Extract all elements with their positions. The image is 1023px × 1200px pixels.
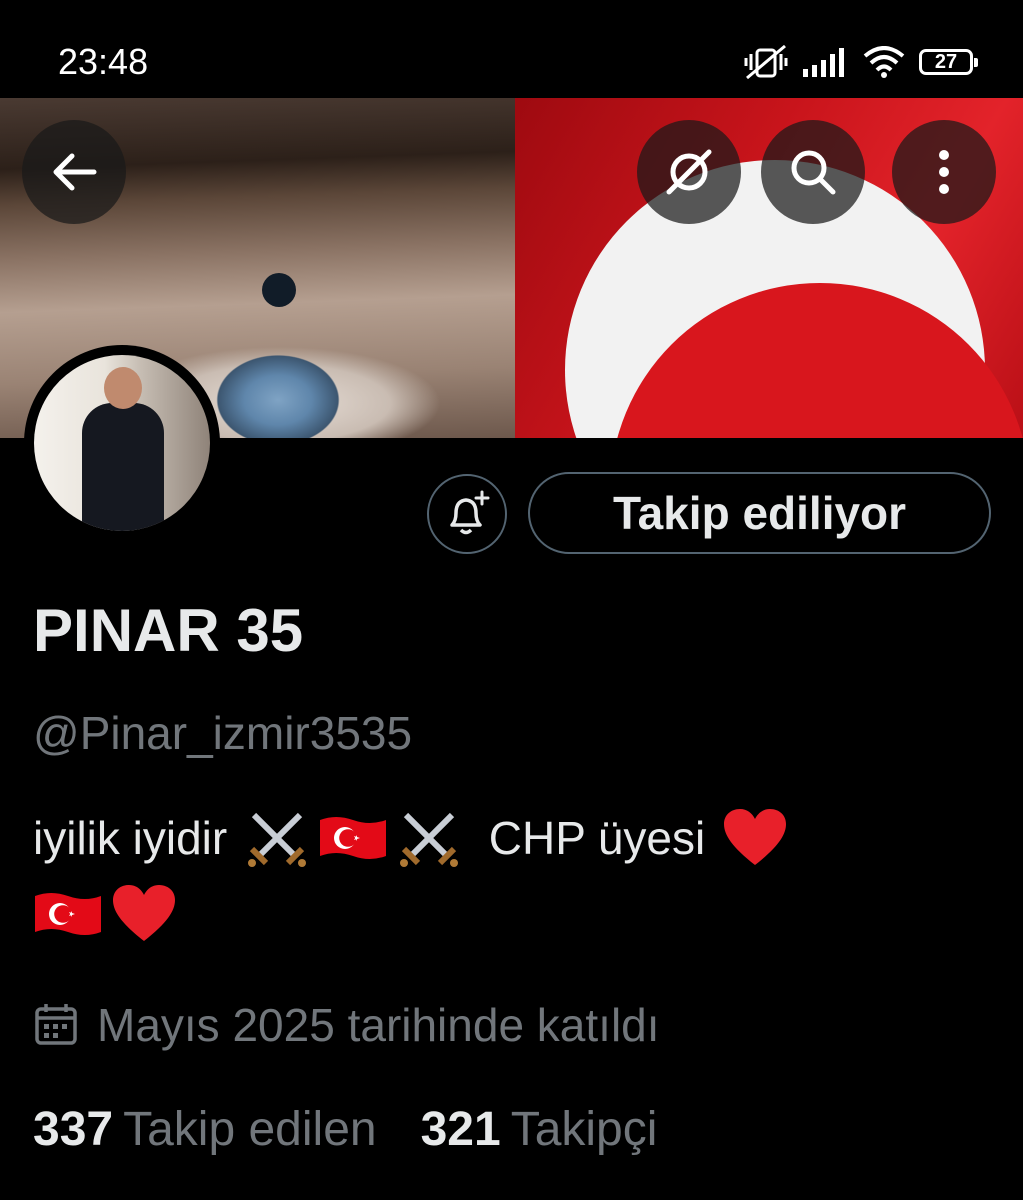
red-heart-icon	[113, 885, 175, 941]
avatar-figure-head	[104, 367, 142, 409]
bio-line-1: iyilik iyidir CHP üyesi	[33, 800, 993, 876]
user-handle: @Pinar_izmir3535	[33, 707, 413, 759]
avatar[interactable]	[24, 345, 220, 541]
search-button[interactable]	[761, 120, 865, 224]
following-button[interactable]: Takip ediliyor	[528, 472, 991, 554]
battery-level: 27	[934, 50, 958, 73]
grok-button[interactable]	[637, 120, 741, 224]
avatar-photo	[34, 355, 210, 531]
signal-icon	[803, 48, 844, 77]
mute-vibrate-icon	[744, 44, 788, 80]
arrow-left-icon	[53, 153, 97, 191]
notifications-button[interactable]	[427, 474, 507, 554]
following-count: 337	[33, 1103, 114, 1156]
join-date-text: Mayıs 2025 tarihinde katıldı	[97, 999, 660, 1051]
crossed-swords-icon	[400, 812, 458, 867]
status-bar: 23:48 27	[0, 0, 1023, 98]
bell-plus-icon	[450, 490, 490, 535]
followers-count: 321	[420, 1103, 501, 1156]
status-icons: 27	[743, 40, 978, 84]
turkey-flag-icon	[320, 817, 386, 859]
turkey-flag-icon	[35, 893, 101, 935]
grok-icon	[666, 149, 712, 195]
red-heart-icon	[724, 809, 787, 865]
followers-label: Takipçi	[510, 1103, 658, 1156]
back-button[interactable]	[22, 120, 126, 224]
bio: iyilik iyidir CHP üyesi	[33, 800, 993, 952]
eye-pupil	[262, 273, 296, 307]
status-time: 23:48	[58, 41, 149, 82]
avatar-figure-body	[82, 403, 164, 531]
following-label: Takip edilen	[123, 1103, 377, 1156]
bio-text-1: iyilik iyidir	[33, 812, 240, 864]
bio-line-2	[33, 876, 993, 952]
wifi-icon	[863, 46, 905, 78]
search-icon	[791, 150, 836, 195]
more-vertical-icon	[939, 150, 949, 194]
battery-icon: 27	[919, 49, 978, 75]
following-stat[interactable]: 337 Takip edilen	[33, 1098, 377, 1162]
calendar-icon	[35, 1004, 77, 1045]
bio-text-2: CHP üyesi	[476, 812, 719, 864]
followers-stat[interactable]: 321 Takipçi	[421, 1098, 658, 1162]
crossed-swords-icon	[248, 812, 306, 867]
join-date: Mayıs 2025 tarihinde katıldı	[33, 993, 660, 1057]
follow-stats: 337 Takip edilen 321 Takipçi	[33, 1098, 657, 1162]
more-button[interactable]	[892, 120, 996, 224]
display-name: PINAR 35	[33, 597, 304, 664]
